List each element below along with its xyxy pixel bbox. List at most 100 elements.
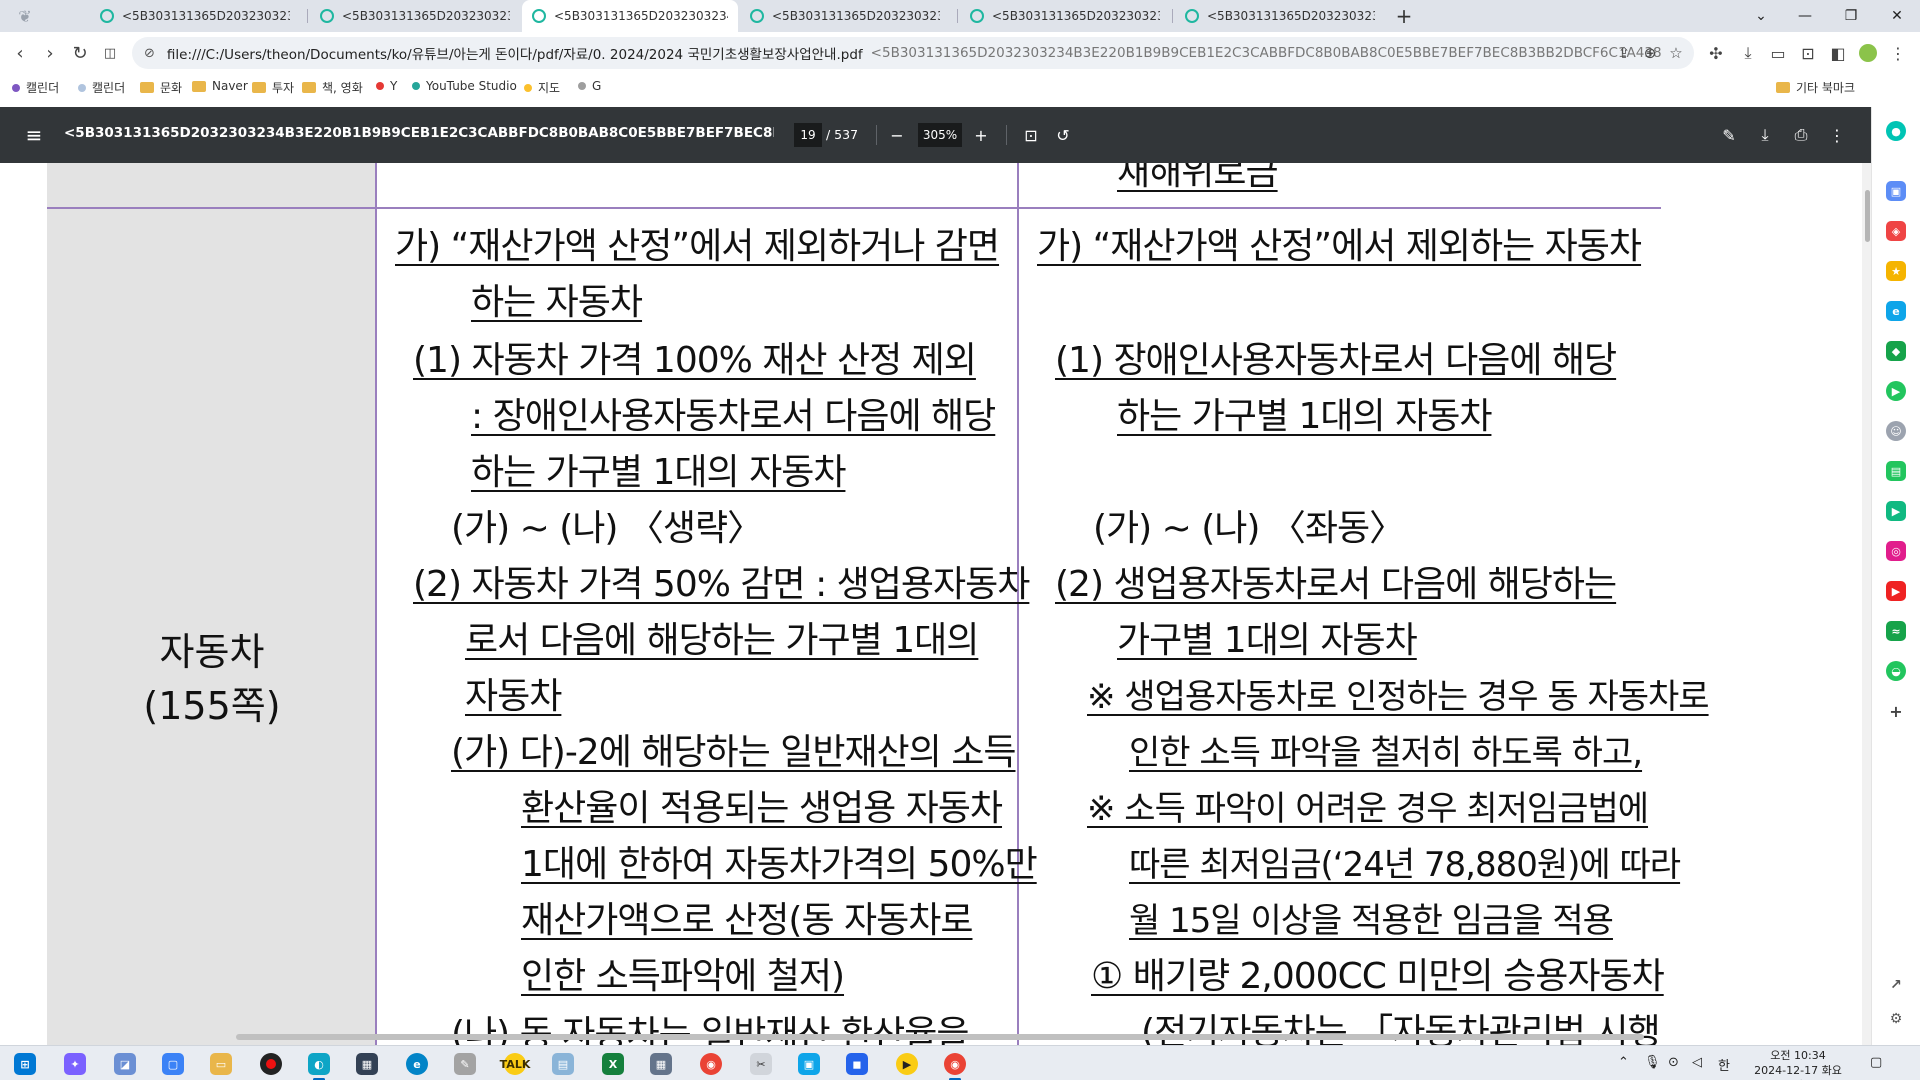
notifications-icon[interactable]: ▢ [1870, 1055, 1882, 1070]
print-icon[interactable]: ⎙ [1788, 123, 1814, 147]
reading-mode-icon[interactable]: ◫ [96, 39, 124, 67]
app-shortcut-icon[interactable]: ▤ [1886, 461, 1906, 481]
copilot-icon[interactable]: ● [1886, 121, 1906, 141]
bookmark-folder[interactable]: Naver [192, 79, 248, 93]
share-icon[interactable]: ⇪ [1612, 39, 1636, 67]
address-bar[interactable]: ⊘ file:///C:/Users/theon/Documents/ko/유튜… [132, 37, 1694, 69]
app-shortcut-icon[interactable]: ▶ [1886, 501, 1906, 521]
add-shortcut-icon[interactable]: + [1886, 701, 1906, 721]
vertical-scrollbar[interactable] [1862, 163, 1871, 1045]
close-window-button[interactable]: ✕ [1874, 0, 1920, 32]
app-icon[interactable]: ✎ [454, 1053, 476, 1075]
tab-search-icon[interactable]: ❦ [10, 4, 40, 28]
fit-to-page-icon[interactable]: ⊡ [1018, 123, 1044, 147]
microphone-icon[interactable]: 🎙 [1644, 1055, 1661, 1070]
chrome-icon-active[interactable]: ◉ [944, 1053, 966, 1080]
zoom-level-input[interactable]: 305% [918, 123, 962, 147]
app-shortcut-icon[interactable]: ☺ [1886, 421, 1906, 441]
open-external-icon[interactable]: ↗ [1886, 975, 1906, 995]
bookmark-folder[interactable]: 투자 [252, 79, 294, 96]
app-shortcut-icon[interactable]: e [1886, 301, 1906, 321]
instagram-icon[interactable]: ◎ [1886, 541, 1906, 561]
more-actions-icon[interactable]: ⋮ [1824, 123, 1850, 147]
annotate-pen-icon[interactable]: ✎ [1716, 123, 1742, 147]
horizontal-scrollbar-thumb[interactable] [236, 1034, 1644, 1040]
browser-tab[interactable]: <5B303131365D2032303234B [740, 0, 950, 32]
vertical-scrollbar-thumb[interactable] [1865, 190, 1870, 242]
clock-time: 오전 10:34 [1770, 1049, 1826, 1062]
profile-avatar[interactable] [1854, 39, 1882, 67]
downloads-icon[interactable]: ⤓ [1734, 39, 1762, 67]
app-icon[interactable]: ▦ [356, 1053, 378, 1075]
tab-list-chevron-icon[interactable]: ⌄ [1738, 0, 1784, 32]
more-menu-icon[interactable]: ⋮ [1884, 39, 1912, 67]
zoom-in-button[interactable]: + [968, 123, 994, 147]
minimize-button[interactable]: — [1782, 0, 1828, 32]
bookmark-folder[interactable]: 문화 [140, 79, 182, 96]
youtube-icon[interactable]: ▶ [1886, 581, 1906, 601]
record-icon[interactable] [260, 1053, 282, 1075]
app-icon[interactable]: ▣ [798, 1053, 820, 1075]
copilot-app-icon[interactable]: ✦ [64, 1053, 86, 1075]
app-shortcut-icon[interactable]: ▶ [1886, 381, 1906, 401]
app-shortcut-icon[interactable]: ★ [1886, 261, 1906, 281]
ime-indicator[interactable]: 한 [1718, 1055, 1730, 1074]
chrome-icon[interactable]: ◉ [700, 1053, 722, 1075]
rotate-icon[interactable]: ↺ [1050, 123, 1076, 147]
extensions-icon[interactable]: ✣ [1702, 39, 1730, 67]
app-shortcut-icon[interactable]: ◆ [1886, 341, 1906, 361]
app-shortcut-icon[interactable]: ◈ [1886, 221, 1906, 241]
bookmark-item[interactable]: 지도 [524, 79, 560, 96]
screenshot-icon[interactable]: ⊡ [1794, 39, 1822, 67]
tray-overflow-icon[interactable]: ⌃ [1618, 1055, 1629, 1070]
page-number-input[interactable]: 19 [794, 123, 822, 147]
back-button[interactable]: ‹ [6, 39, 34, 67]
screen-capture-icon[interactable]: ▭ [1764, 39, 1792, 67]
kakaotalk-icon[interactable]: TALK [500, 1053, 530, 1075]
calculator-icon[interactable]: ▦ [650, 1053, 672, 1075]
hamburger-menu-icon[interactable]: ≡ [22, 123, 46, 147]
zoom-out-button[interactable]: − [884, 123, 910, 147]
browser-tab[interactable]: <5B303131365D2032303234B [1175, 0, 1385, 32]
browser-tab[interactable]: <5B303131365D2032303234B [310, 0, 520, 32]
reload-button[interactable]: ↻ [66, 39, 94, 67]
browser-tab[interactable]: <5B303131365D2032303234B [960, 0, 1170, 32]
volume-icon[interactable]: ◁ [1692, 1055, 1702, 1070]
settings-gear-icon[interactable]: ⚙ [1886, 1009, 1906, 1029]
other-bookmarks-folder[interactable]: 기타 북마크 [1776, 79, 1855, 96]
bookmark-folder[interactable]: 책, 영화 [302, 79, 363, 96]
browser-app-icon[interactable]: ◐ [308, 1053, 330, 1080]
download-icon[interactable]: ⤓ [1752, 123, 1778, 147]
app-shortcut-icon[interactable]: ▣ [1886, 181, 1906, 201]
system-clock[interactable]: 오전 10:34 2024-12-17 화요일 [1752, 1048, 1844, 1080]
app-shortcut-icon[interactable]: ◒ [1886, 661, 1906, 681]
app-icon[interactable]: ◪ [114, 1053, 136, 1075]
app-icon[interactable]: ✂ [750, 1053, 772, 1075]
left-heading: 하는 자동차 [471, 282, 643, 323]
bookmark-item[interactable]: G [578, 79, 601, 93]
edge-icon[interactable]: e [406, 1053, 428, 1075]
bookmark-item[interactable]: Y [376, 79, 397, 93]
app-shortcut-icon[interactable]: ≈ [1886, 621, 1906, 641]
bookmark-item[interactable]: 캘린더 [12, 79, 59, 96]
restore-button[interactable]: ❐ [1828, 0, 1874, 32]
file-explorer-icon[interactable]: ▭ [210, 1053, 232, 1075]
zoom-icon[interactable]: ⊕ [1638, 39, 1662, 67]
app-icon[interactable]: ▢ [162, 1053, 184, 1075]
new-tab-button[interactable]: + [1390, 2, 1418, 30]
browser-tab[interactable]: <5B303131365D2032303234B [90, 0, 300, 32]
pdf-viewer[interactable]: 재해위로금 자동차 (155쪽) 가) “재산가액 산정”에서 제외하거나 감면… [0, 163, 1871, 1045]
bookmark-item[interactable]: YouTube Studio [412, 79, 517, 93]
app-icon[interactable]: ▤ [552, 1053, 574, 1075]
forward-button[interactable]: › [36, 39, 64, 67]
start-menu-icon[interactable]: ⊞ [14, 1053, 36, 1075]
zoom-app-icon[interactable]: ◼ [846, 1053, 868, 1075]
bookmark-star-icon[interactable]: ☆ [1664, 39, 1688, 67]
site-info-icon[interactable]: ⊘ [144, 46, 155, 61]
tray-app-icon[interactable]: ⊙ [1668, 1055, 1679, 1070]
browser-tab-active[interactable]: <5B303131365D2032303234B [522, 0, 738, 32]
bookmark-item[interactable]: 캘린더 [78, 79, 125, 96]
excel-icon[interactable]: X [602, 1053, 624, 1075]
side-panel-icon[interactable]: ◧ [1824, 39, 1852, 67]
media-player-icon[interactable]: ▶ [896, 1053, 918, 1075]
